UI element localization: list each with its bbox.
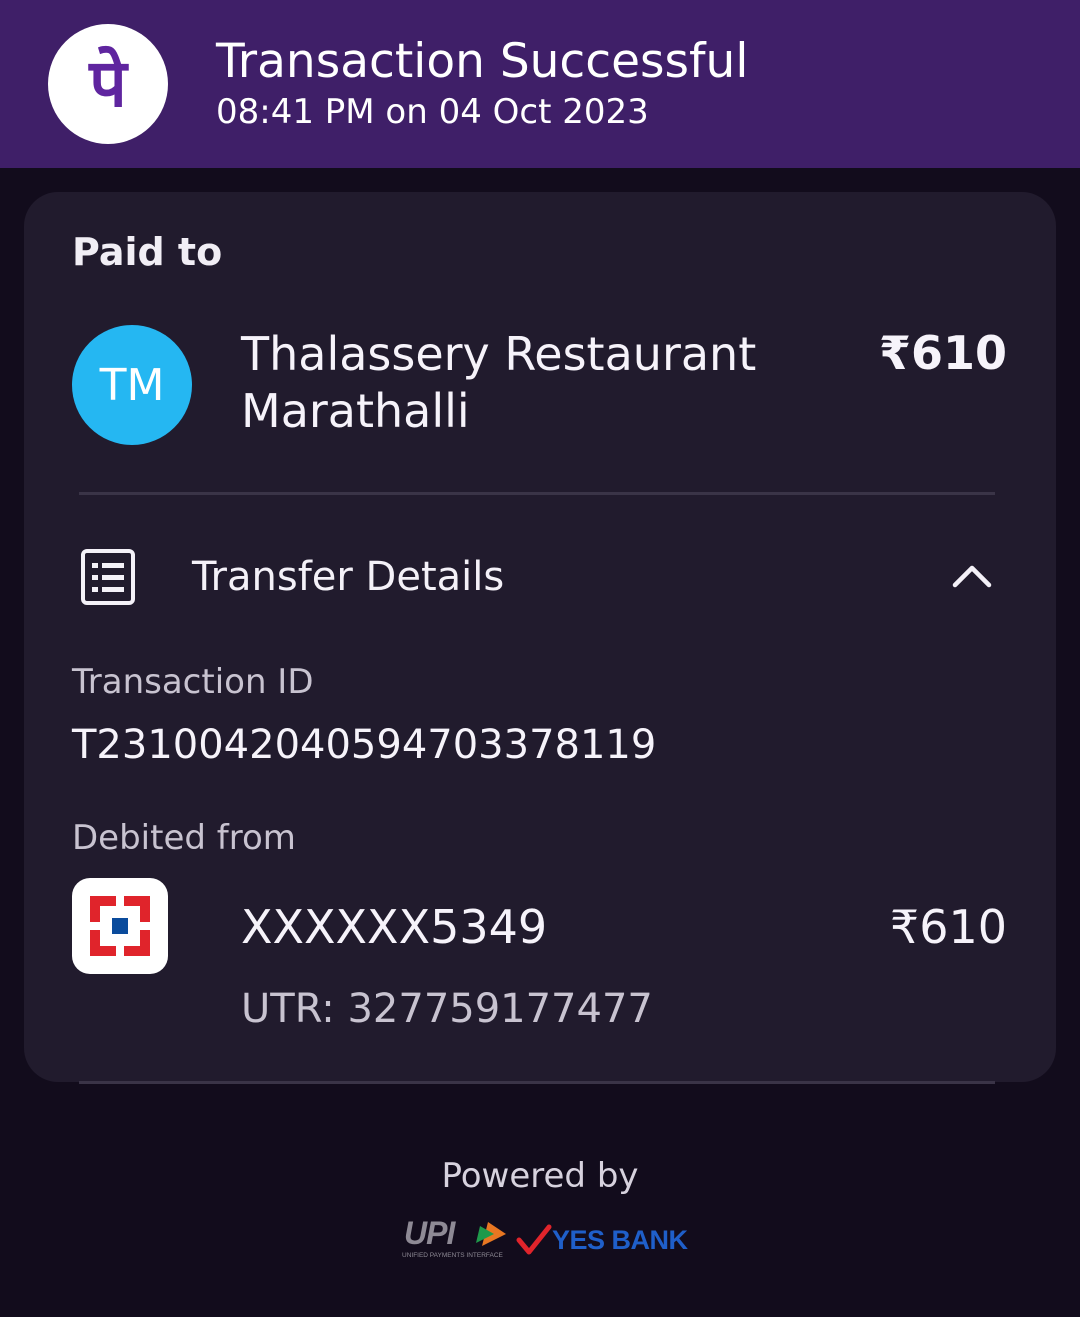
bottom-divider xyxy=(79,1081,995,1084)
yes-bank-tick-icon xyxy=(516,1224,552,1255)
transaction-timestamp: 08:41 PM on 04 Oct 2023 xyxy=(216,92,649,132)
hdfc-bank-logo-icon xyxy=(72,878,168,974)
transaction-id-value[interactable]: T2310042040594703378119 xyxy=(72,722,656,768)
payee-name[interactable]: Thalassery Restaurant Marathalli xyxy=(241,326,841,440)
debited-from-label: Debited from xyxy=(72,818,296,858)
transaction-id-label: Transaction ID xyxy=(72,662,314,702)
powered-by-label: Powered by xyxy=(441,1156,639,1196)
phonepe-logo-icon: पे xyxy=(48,24,168,144)
hdfc-mark-icon xyxy=(86,892,154,960)
upi-logo-subtext: UNIFIED PAYMENTS INTERFACE xyxy=(402,1252,504,1259)
payee-avatar[interactable]: TM xyxy=(72,325,192,445)
yes-bank-text: YES BANK xyxy=(552,1224,688,1255)
debited-amount: ₹610 xyxy=(889,900,1007,954)
paid-to-label: Paid to xyxy=(72,230,223,274)
upi-logo-text: UPI xyxy=(404,1216,456,1251)
phonepe-logo-glyph: पे xyxy=(89,45,127,122)
yes-bank-logo: YES BANK xyxy=(516,1220,688,1260)
chevron-up-icon[interactable] xyxy=(950,560,994,592)
upi-logo-icon: UPI UNIFIED PAYMENTS INTERFACE xyxy=(402,1216,506,1259)
debit-account-number: XXXXXX5349 xyxy=(241,900,548,954)
payee-initials: TM xyxy=(99,359,165,411)
page-title: Transaction Successful xyxy=(216,34,749,89)
utr-number[interactable]: UTR: 327759177477 xyxy=(241,986,653,1032)
header-bar: पे Transaction Successful 08:41 PM on 04… xyxy=(0,0,1080,168)
divider xyxy=(79,492,995,495)
receipt-list-icon xyxy=(81,549,135,605)
transfer-details-toggle[interactable]: Transfer Details xyxy=(192,554,504,600)
paid-amount: ₹610 xyxy=(878,326,1007,380)
